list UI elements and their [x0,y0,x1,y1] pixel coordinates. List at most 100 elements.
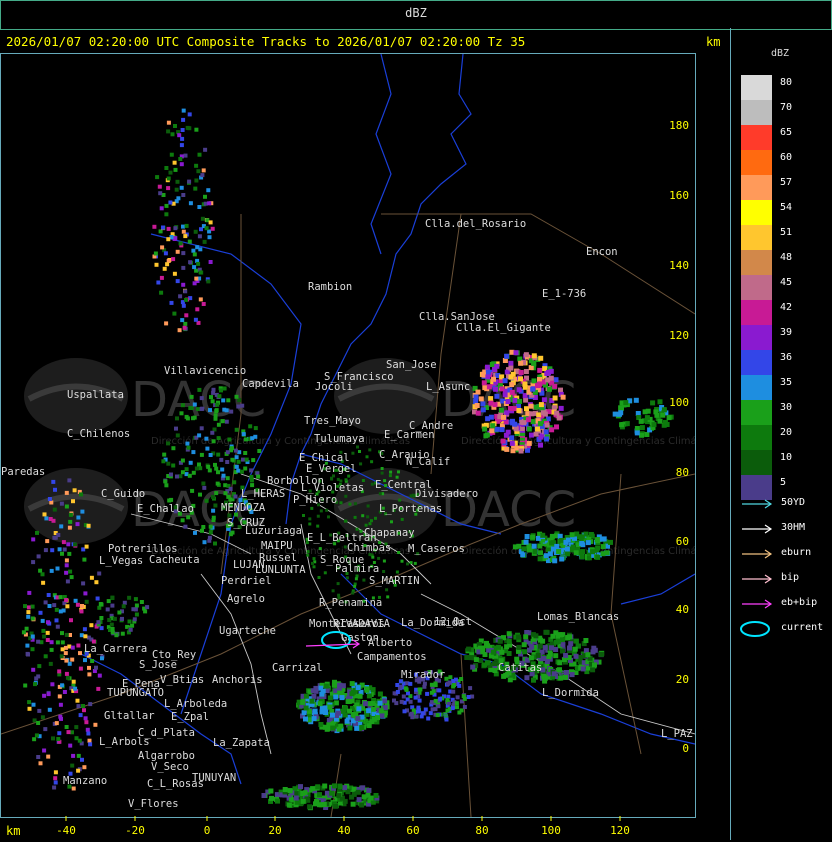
track-arrow-icon [742,599,773,609]
legend-swatch-value: 35 [780,377,793,388]
legend-title: dBZ [771,48,790,59]
place-label: Catitas [498,662,542,674]
legend-swatch-value: 5 [780,477,787,488]
place-label: Luzuriaga [245,525,302,537]
legend-swatch-value: 51 [780,227,793,238]
y-tick-label: 100 [669,396,689,409]
place-label: Russel [259,552,297,564]
watermark-subtitle: Dirección de Agricultura y Contingencias… [151,435,410,447]
x-tick-label: -40 [56,824,76,837]
radar-map-canvas: DACCDirección de Agricultura y Contingen… [1,54,695,817]
legend-swatch [741,225,772,250]
legend-swatch-value: 20 [780,427,793,438]
place-label: V_Btias [160,674,204,686]
radar-map[interactable]: DACC Dirección de Agricultura y Contingen… [0,53,696,818]
x-tick-label: 80 [475,824,488,837]
place-label: Chapanay [364,527,415,539]
legend-swatch [741,300,772,325]
map-caption: 2026/01/07 02:20:00 UTC Composite Tracks… [6,34,526,49]
place-label: Paredas [1,466,45,478]
track-legend-label: eburn [781,547,812,558]
legend-swatch-value: 54 [780,202,793,213]
place-label: M_Caseros [408,543,465,555]
place-label: Gltallar [104,710,155,722]
place-label: Divisadero [415,488,478,500]
place-label: La_Carrera [84,643,147,655]
place-label: V_Seco [151,761,189,773]
place-label: Cacheuta [149,554,200,566]
place-label: Agrelo [227,593,265,605]
x-tick-label: 60 [406,824,419,837]
x-tick-label: 40 [337,824,350,837]
track-arrow-icon [742,524,773,534]
place-label: Anchoris [212,674,263,686]
place-label: C_Chilenos [67,428,130,440]
legend-swatch-value: 45 [780,277,793,288]
place-label: Jocoli [315,381,353,393]
place-label: Palmira [335,563,379,575]
legend-swatch [741,150,772,175]
place-label: Campamentos [357,651,427,663]
legend-swatch-value: 30 [780,402,793,413]
place-label: Capdevila [242,378,299,390]
legend-swatch [741,75,772,100]
place-label: Manzano [63,775,107,787]
track-legend-label: 50YD [781,497,806,508]
legend-swatch [741,350,772,375]
place-label: E_1-736 [542,288,586,300]
x-tick-label: 20 [268,824,281,837]
place-label: C_Guido [101,488,145,500]
legend-swatch-value: 70 [780,102,793,113]
track-legend-label: 30HM [781,522,806,533]
place-label: Mirador [401,669,445,681]
place-label: Perdriel [221,575,272,587]
track-arrow-icon [742,499,773,509]
place-label: L_HERAS [241,488,285,500]
x-tick-label: 0 [204,824,211,837]
y-axis-unit: km [706,35,721,49]
y-tick-label: 40 [676,603,689,616]
current-ellipse-icon [740,621,770,637]
x-axis-ticks: -40 -20 0 20 40 60 80 100 120 [56,816,630,837]
y-tick-label: 120 [669,329,689,342]
place-label: TUPUNGATO [107,687,164,699]
place-label: 12_Oct [434,616,472,628]
place-label: L_Asunc [426,381,470,393]
place-label: S_Jose [139,659,177,671]
legend-swatch-value: 39 [780,327,793,338]
x-tick-label: -20 [125,824,145,837]
y-tick-label: 160 [669,189,689,202]
place-label: Tulumaya [314,433,365,445]
place-label: Ugarteche [219,625,276,637]
legend-swatch-value: 36 [780,352,793,363]
place-label: C_L_Rosas [147,778,204,790]
place-label: San_Jose [386,359,437,371]
legend-swatch [741,275,772,300]
legend-swatch-value: 65 [780,127,793,138]
place-label: L_PAZ [661,728,693,740]
track-arrow-icon [742,549,773,559]
watermark-subtitle: Dirección de Agricultura y Contingencias… [461,435,695,447]
place-label: Chimbas [347,542,391,554]
place-label: L_Vegas [99,555,143,567]
legend-swatch-value: 48 [780,252,793,263]
place-label: Lomas_Blancas [537,611,619,623]
place-label: L_Dormida [542,687,599,699]
place-label: C_Andre [409,420,453,432]
place-label: L_Violetas [301,482,364,494]
place-label: L_Arboleda [164,698,227,710]
legend-swatch [741,175,772,200]
y-tick-label: 180 [669,119,689,132]
x-tick-label: 120 [610,824,630,837]
legend-swatch [741,100,772,125]
place-label: Clla.El_Gigante [456,322,551,334]
track-legend-label: eb+bip [781,597,818,608]
legend-swatch [741,325,772,350]
place-label: MENDOZA [221,502,266,514]
place-label: Clla.del_Rosario [425,218,526,230]
place-label: Encon [586,246,618,258]
legend-swatch [741,200,772,225]
legend-swatch [741,375,772,400]
place-label: R_Penamina [319,597,382,609]
legend-swatch [741,250,772,275]
